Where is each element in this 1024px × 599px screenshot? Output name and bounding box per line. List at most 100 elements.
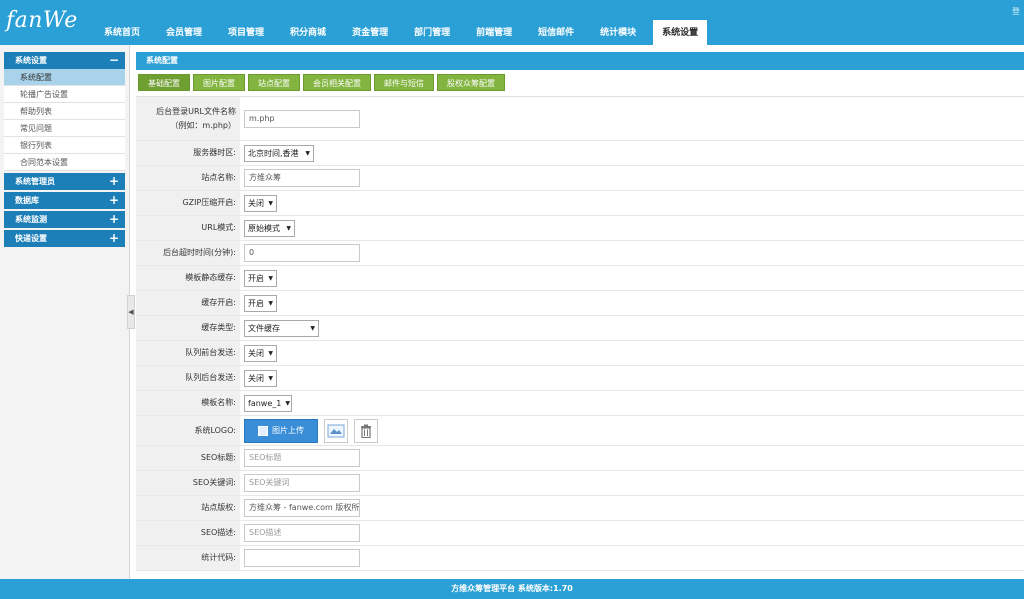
seo-description-input[interactable]: SEO描述 [244, 524, 360, 542]
sidebar-group-header[interactable]: 快递设置 + [4, 230, 125, 247]
tab-basic-config[interactable]: 基础配置 [138, 74, 190, 91]
logo-preview-icon[interactable] [324, 418, 348, 443]
sidebar-collapse-icon[interactable]: ◀ [127, 295, 135, 329]
admin-timeout-input[interactable]: 0 [244, 244, 360, 262]
tab-equity-crowdfunding[interactable]: 股权众筹配置 [437, 74, 505, 91]
sidebar-group-title: 系统管理员 [15, 177, 55, 186]
form-row: SEO关键词: SEO关键词 [136, 471, 1024, 496]
tab-site-config[interactable]: 站点配置 [248, 74, 300, 91]
form-row: 后台登录URL文件名称 （例如：m.php） m.php [136, 97, 1024, 141]
sidebar-group-express: 快递设置 + [4, 230, 125, 247]
sidebar-group-monitoring: 系统监测 + [4, 211, 125, 228]
collapse-icon[interactable]: − [109, 52, 119, 69]
footer: 方维众筹管理平台 系统版本:1.70 [0, 579, 1024, 599]
sidebar-group-title: 系统设置 [15, 56, 47, 65]
chevron-down-icon: ▼ [310, 324, 315, 332]
expand-icon[interactable]: + [109, 192, 119, 209]
cache-enabled-select[interactable]: 开启 ▼ [244, 294, 277, 312]
sidebar-group-header[interactable]: 数据库 + [4, 192, 125, 209]
sidebar-group-admins: 系统管理员 + [4, 173, 125, 190]
form-row: 系统LOGO: 图片上传 [136, 416, 1024, 446]
field-label: 站点版权: [136, 496, 240, 520]
sidebar-item-faq[interactable]: 常见问题 [4, 120, 125, 137]
chevron-down-icon: ▼ [268, 274, 273, 282]
sidebar-item-contract-templates[interactable]: 合同范本设置 [4, 154, 125, 171]
main-nav: 系统首页 会员管理 项目管理 积分商城 资金管理 部门管理 前端管理 短信邮件 … [95, 20, 715, 45]
template-cache-select[interactable]: 开启 ▼ [244, 269, 277, 287]
tab-image-config[interactable]: 图片配置 [193, 74, 245, 91]
config-form: 后台登录URL文件名称 （例如：m.php） m.php 服务器时区: 北京时间… [136, 96, 1024, 571]
main-content: 系统配置 基础配置 图片配置 站点配置 会员相关配置 邮件与短信 股权众筹配置 … [136, 52, 1024, 579]
field-label: 队列前台发送: [136, 341, 240, 365]
nav-members[interactable]: 会员管理 [157, 20, 211, 45]
expand-icon[interactable]: + [109, 211, 119, 228]
form-row: SEO描述: SEO描述 [136, 521, 1024, 546]
chevron-down-icon: ▼ [285, 399, 290, 407]
sidebar-group-title: 快递设置 [15, 234, 47, 243]
copyright-input[interactable]: 方维众筹 - fanwe.com 版权所有 [244, 499, 360, 517]
sidebar-group-system-settings: 系统设置 − 系统配置 轮播广告设置 帮助列表 常见问题 银行列表 合同范本设置 [4, 52, 125, 171]
sidebar-item-help-list[interactable]: 帮助列表 [4, 103, 125, 120]
sidebar-group-database: 数据库 + [4, 192, 125, 209]
sidebar-group-header[interactable]: 系统监测 + [4, 211, 125, 228]
fanwe-logo: fanWe [6, 8, 78, 33]
analytics-code-input[interactable] [244, 549, 360, 567]
queue-frontend-select[interactable]: 关闭 ▼ [244, 344, 277, 362]
queue-backend-select[interactable]: 关闭 ▼ [244, 369, 277, 387]
tab-email-sms[interactable]: 邮件与短信 [374, 74, 434, 91]
nav-points-mall[interactable]: 积分商城 [281, 20, 335, 45]
sidebar-group-header[interactable]: 系统设置 − [4, 52, 125, 69]
admin-url-input[interactable]: m.php [244, 109, 360, 128]
template-name-select[interactable]: fanwe_1 ▼ [244, 394, 292, 412]
url-mode-select[interactable]: 原始模式 ▼ [244, 219, 295, 237]
nav-projects[interactable]: 项目管理 [219, 20, 273, 45]
gzip-select[interactable]: 关闭 ▼ [244, 194, 277, 212]
nav-statistics[interactable]: 统计模块 [591, 20, 645, 45]
panel-title: 系统配置 [136, 52, 1024, 70]
chevron-down-icon: ▼ [286, 224, 291, 232]
seo-title-input[interactable]: SEO标题 [244, 449, 360, 467]
field-label: 缓存类型: [136, 316, 240, 340]
chevron-down-icon: ▼ [268, 299, 273, 307]
upload-image-icon [258, 425, 268, 436]
cache-type-select[interactable]: 文件缓存 ▼ [244, 319, 319, 337]
sidebar-item-bank-list[interactable]: 银行列表 [4, 137, 125, 154]
form-row: 模板静态缓存: 开启 ▼ [136, 266, 1024, 291]
form-row: 队列后台发送: 关闭 ▼ [136, 366, 1024, 391]
nav-home[interactable]: 系统首页 [95, 20, 149, 45]
admin-url-label: 后台登录URL文件名称 （例如：m.php） [156, 106, 236, 130]
chevron-down-icon: ▼ [305, 149, 310, 157]
nav-funds[interactable]: 资金管理 [343, 20, 397, 45]
sidebar-item-carousel-ads[interactable]: 轮播广告设置 [4, 86, 125, 103]
image-upload-button[interactable]: 图片上传 [244, 418, 318, 443]
field-label: 模板静态缓存: [136, 266, 240, 290]
top-header: fanWe 登 系统首页 会员管理 项目管理 积分商城 资金管理 部门管理 前端… [0, 0, 1024, 45]
nav-departments[interactable]: 部门管理 [405, 20, 459, 45]
field-label: 系统LOGO: [136, 416, 240, 445]
nav-frontend[interactable]: 前端管理 [467, 20, 521, 45]
field-label: SEO描述: [136, 521, 240, 545]
sidebar-group-title: 数据库 [15, 196, 39, 205]
site-name-input[interactable]: 方维众筹 [244, 169, 360, 187]
chevron-down-icon: ▼ [268, 199, 273, 207]
field-label: URL模式: [136, 216, 240, 240]
field-label: SEO标题: [136, 446, 240, 470]
form-row: SEO标题: SEO标题 [136, 446, 1024, 471]
seo-keywords-input[interactable]: SEO关键词 [244, 474, 360, 492]
trash-icon[interactable] [354, 418, 378, 443]
nav-system-settings[interactable]: 系统设置 [653, 20, 708, 45]
expand-icon[interactable]: + [109, 230, 119, 247]
top-right-link[interactable]: 登 [1012, 6, 1020, 17]
field-label: 站点名称: [136, 166, 240, 190]
field-label: 后台超时时间(分钟): [136, 241, 240, 265]
expand-icon[interactable]: + [109, 173, 119, 190]
sidebar-item-system-config[interactable]: 系统配置 [4, 69, 125, 86]
form-row: 缓存类型: 文件缓存 ▼ [136, 316, 1024, 341]
timezone-select[interactable]: 北京时间,香港 ▼ [244, 144, 314, 162]
chevron-down-icon: ▼ [268, 374, 273, 382]
nav-sms-email[interactable]: 短信邮件 [529, 20, 583, 45]
field-label: 后台登录URL文件名称 （例如：m.php） [136, 97, 240, 140]
chevron-down-icon: ▼ [268, 349, 273, 357]
tab-member-config[interactable]: 会员相关配置 [303, 74, 371, 91]
sidebar-group-header[interactable]: 系统管理员 + [4, 173, 125, 190]
